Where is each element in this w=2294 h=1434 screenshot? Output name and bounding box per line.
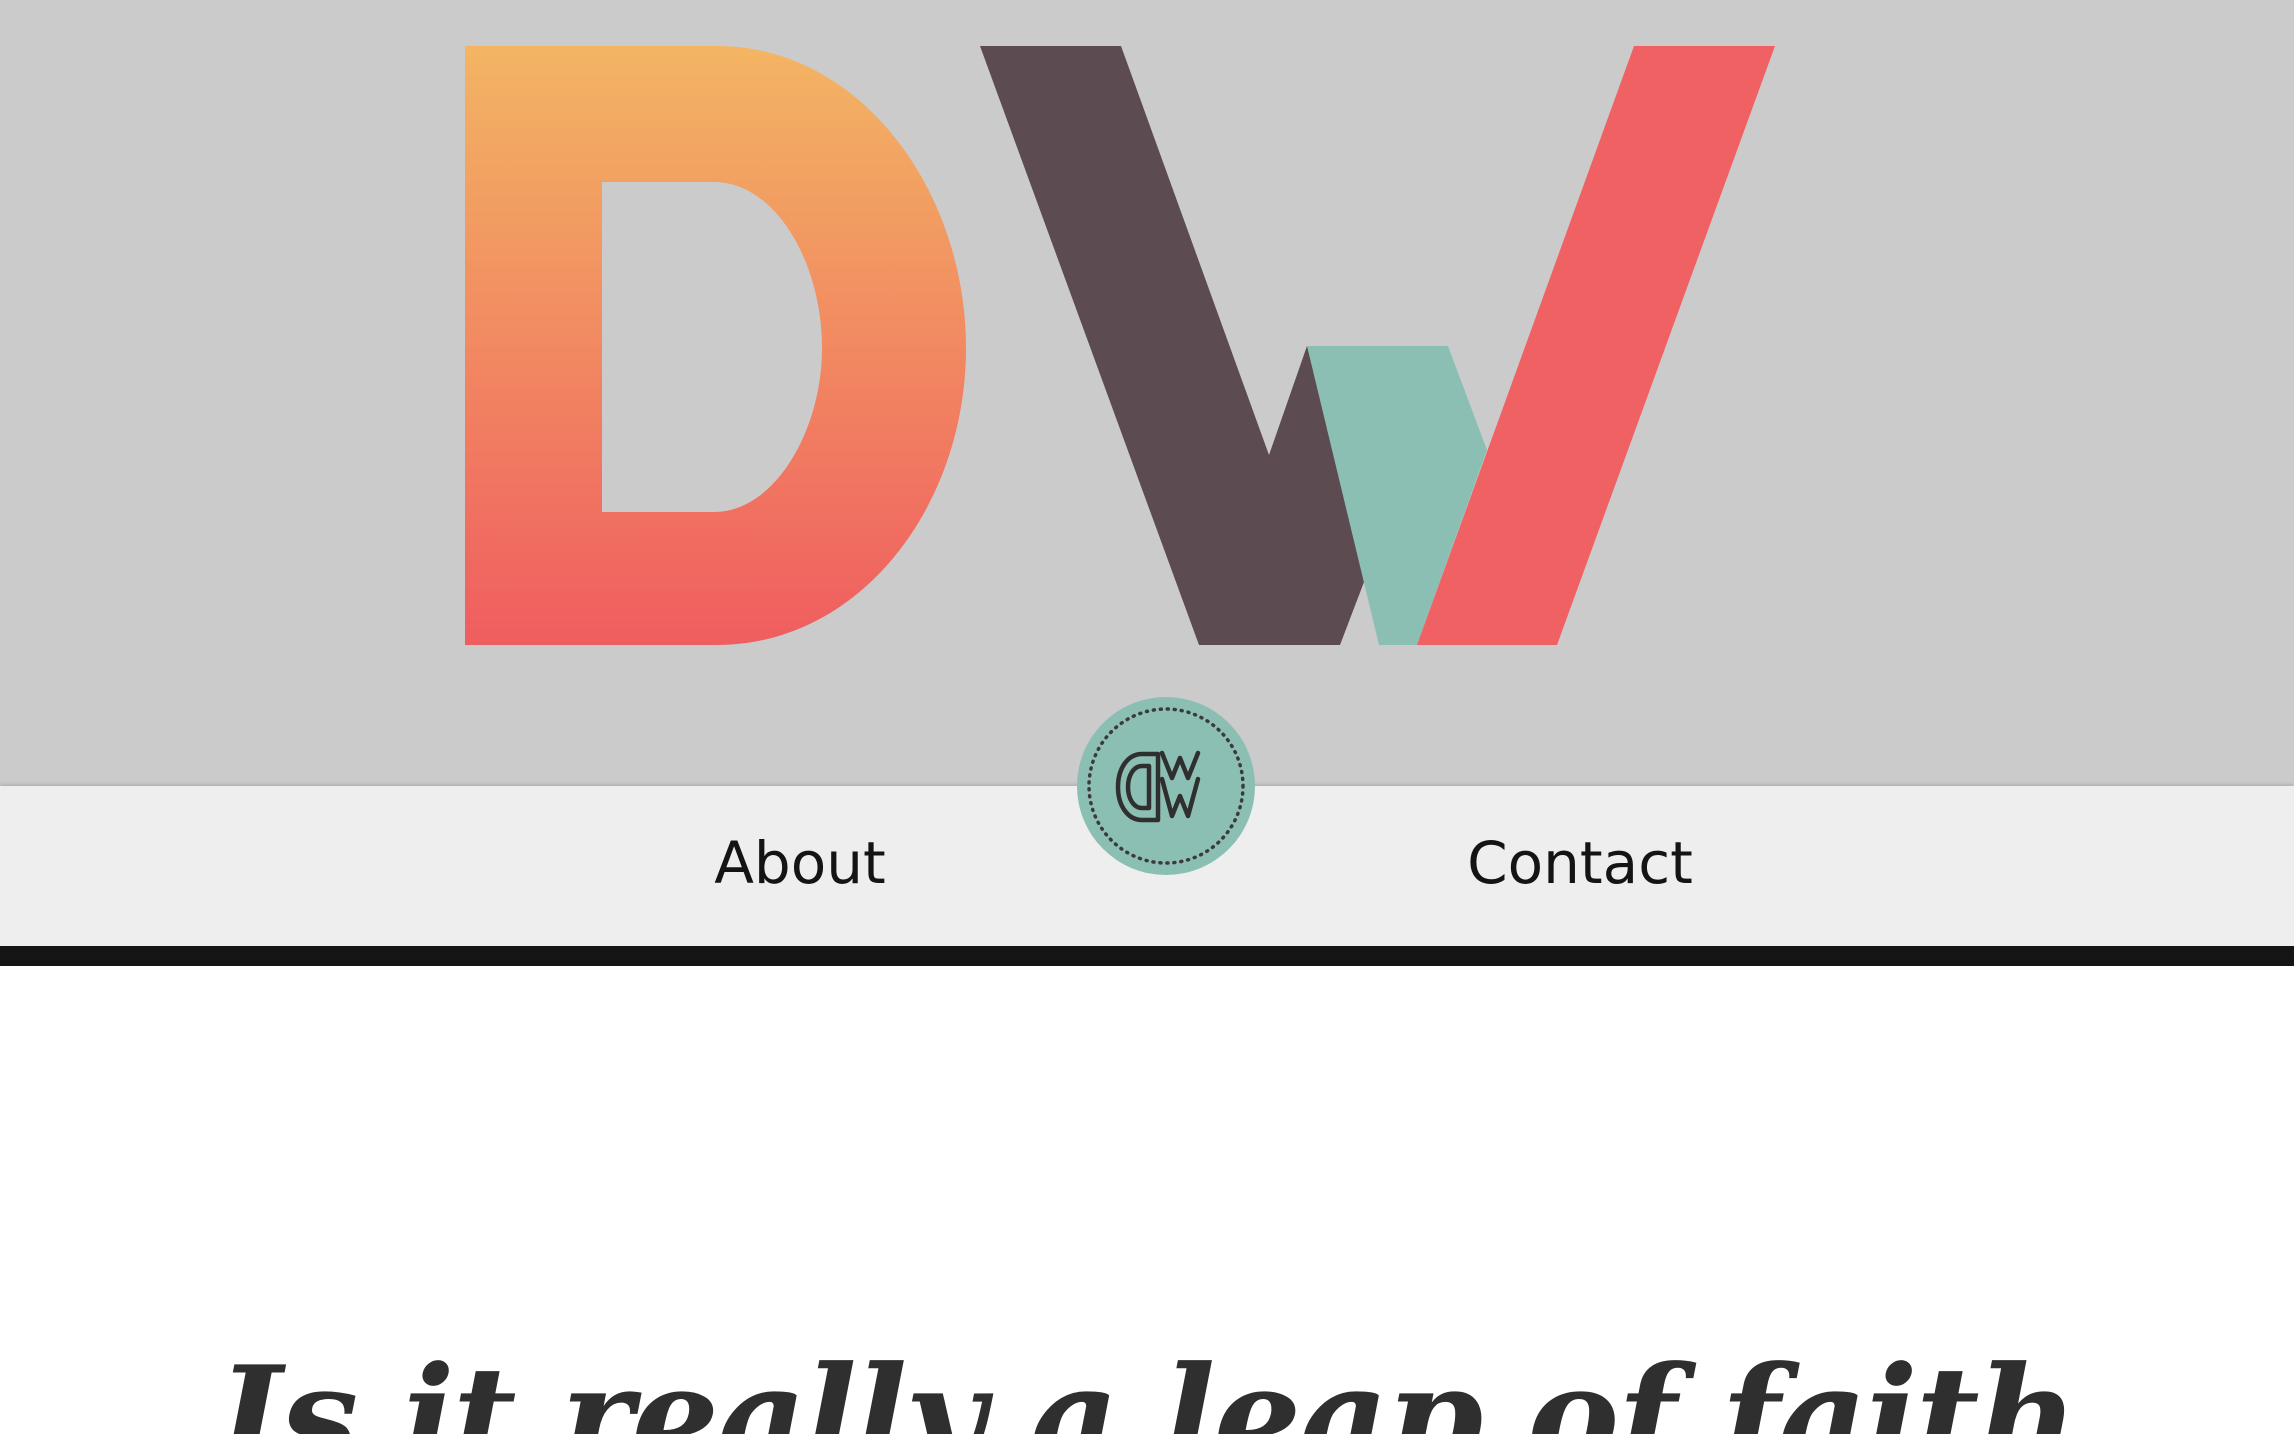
navbar-divider	[0, 946, 2294, 966]
logo-letter-w-coral	[1417, 46, 1775, 645]
dw-badge-icon[interactable]	[1076, 696, 1256, 876]
dw-logo	[465, 46, 1775, 645]
page: About Contact Is it really a leap of fai…	[0, 0, 2294, 1434]
logo-letter-w-dark	[980, 46, 1380, 645]
nav-about-link[interactable]: About	[700, 824, 900, 902]
nav-contact-link[interactable]: Contact	[1460, 824, 1700, 902]
page-headline: Is it really a leap of faith	[218, 1335, 2078, 1434]
hero-banner	[0, 0, 2294, 786]
logo-letter-d	[465, 46, 966, 645]
